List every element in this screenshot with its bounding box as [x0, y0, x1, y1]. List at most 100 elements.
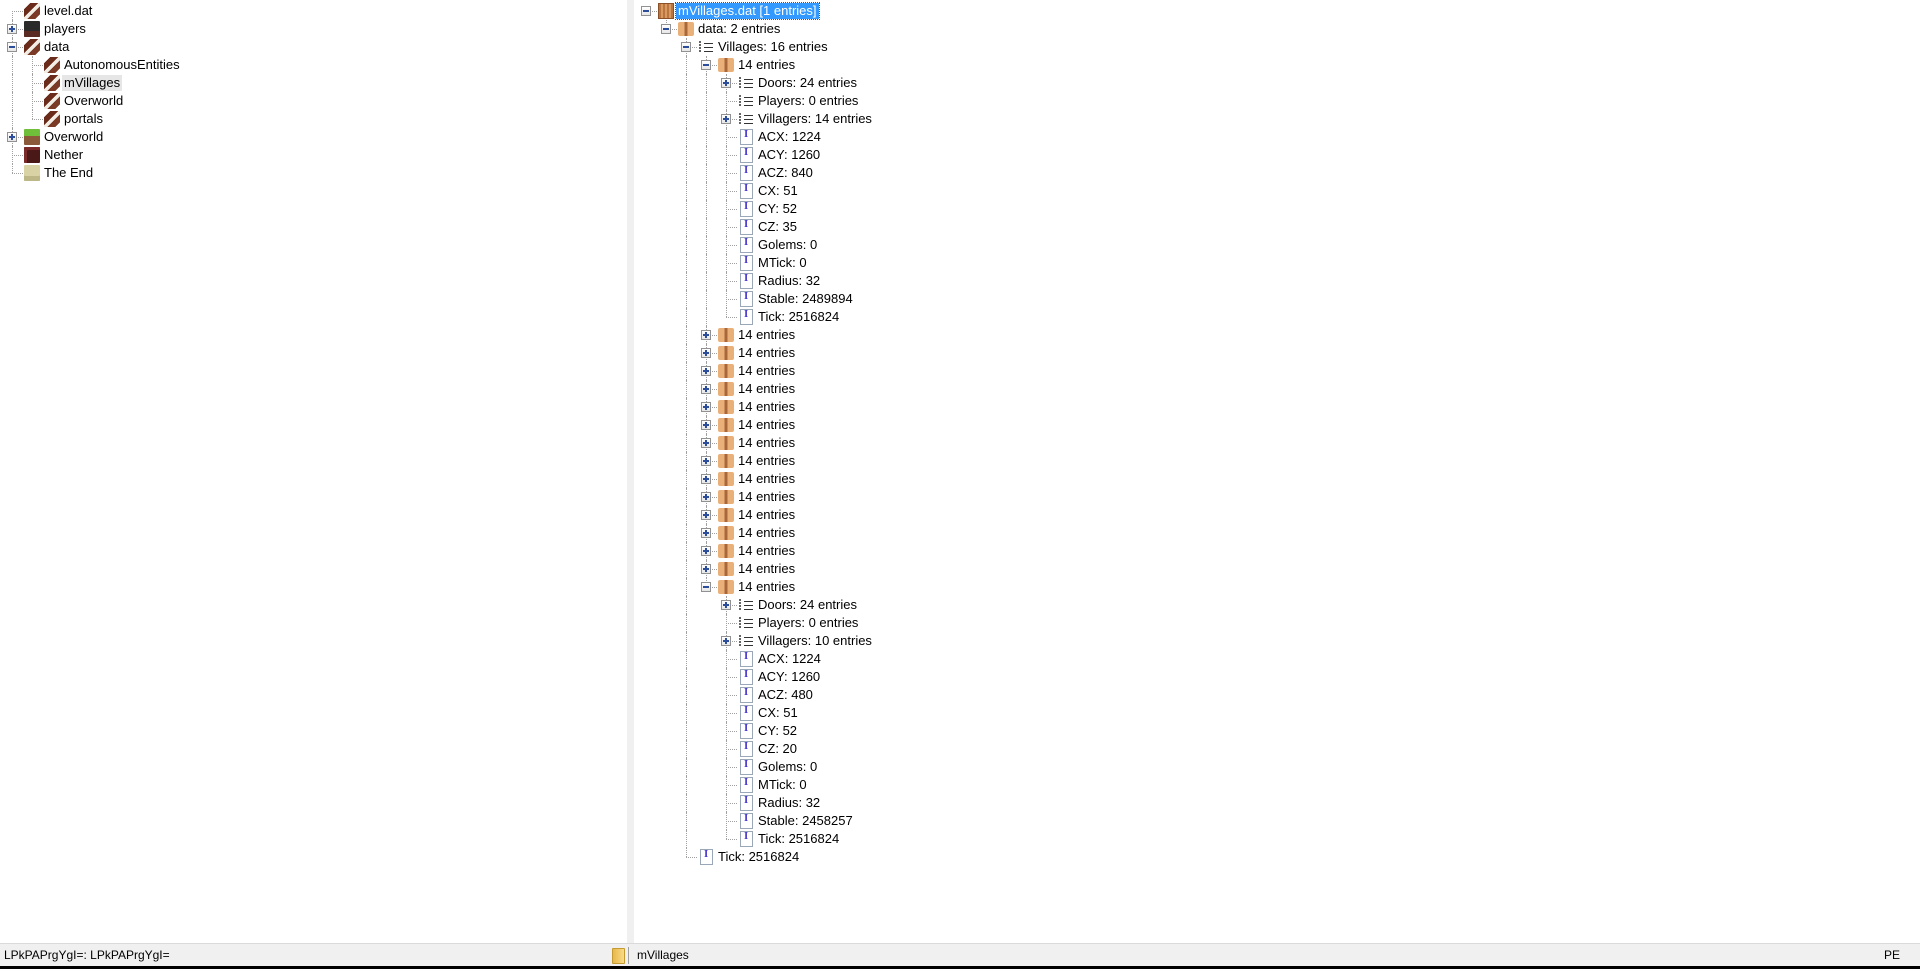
expand-toggle[interactable]: [721, 78, 731, 88]
tree-node[interactable]: ACX: 1224: [634, 128, 1920, 146]
tree-node-label[interactable]: Radius: 32: [756, 273, 822, 289]
tree-node[interactable]: 14 entries: [634, 56, 1920, 74]
expand-toggle[interactable]: [701, 438, 711, 448]
tree-node[interactable]: mVillages.dat [1 entries]: [634, 2, 1920, 20]
folder-icon[interactable]: [612, 948, 625, 964]
tree-node[interactable]: Radius: 32: [634, 272, 1920, 290]
expand-toggle[interactable]: [701, 330, 711, 340]
tree-node[interactable]: Villagers: 10 entries: [634, 632, 1920, 650]
expand-toggle[interactable]: [701, 366, 711, 376]
tree-node-label[interactable]: CY: 52: [756, 201, 799, 217]
tree-node[interactable]: Players: 0 entries: [634, 614, 1920, 632]
tree-node-label[interactable]: data: 2 entries: [696, 21, 782, 37]
tree-node-label[interactable]: 14 entries: [736, 489, 797, 505]
tree-node[interactable]: 14 entries: [634, 434, 1920, 452]
tree-node[interactable]: Doors: 24 entries: [634, 74, 1920, 92]
tree-node-label[interactable]: 14 entries: [736, 435, 797, 451]
tree-node[interactable]: portals: [0, 110, 627, 128]
expand-toggle[interactable]: [7, 132, 17, 142]
collapse-toggle[interactable]: [701, 60, 711, 70]
expand-toggle[interactable]: [721, 114, 731, 124]
tree-node[interactable]: CX: 51: [634, 704, 1920, 722]
tree-node-label[interactable]: level.dat: [42, 3, 94, 19]
tree-node[interactable]: 14 entries: [634, 344, 1920, 362]
tree-node-label[interactable]: Overworld: [62, 93, 125, 109]
expand-toggle[interactable]: [701, 420, 711, 430]
tree-node-label[interactable]: 14 entries: [736, 561, 797, 577]
tree-node-label[interactable]: CZ: 35: [756, 219, 799, 235]
tree-node-label[interactable]: portals: [62, 111, 105, 127]
tree-node[interactable]: Villages: 16 entries: [634, 38, 1920, 56]
tree-node[interactable]: ACX: 1224: [634, 650, 1920, 668]
tree-node-label[interactable]: Stable: 2458257: [756, 813, 855, 829]
tree-node-label[interactable]: Tick: 2516824: [756, 309, 841, 325]
tree-node-label[interactable]: Tick: 2516824: [716, 849, 801, 865]
expand-toggle[interactable]: [701, 564, 711, 574]
tree-node-label[interactable]: 14 entries: [736, 327, 797, 343]
tree-node[interactable]: CZ: 20: [634, 740, 1920, 758]
tree-node[interactable]: 14 entries: [634, 326, 1920, 344]
tree-node[interactable]: ACY: 1260: [634, 668, 1920, 686]
tree-node[interactable]: Stable: 2489894: [634, 290, 1920, 308]
tree-node-label[interactable]: 14 entries: [736, 381, 797, 397]
tree-node-label[interactable]: Villagers: 14 entries: [756, 111, 874, 127]
tree-node[interactable]: CZ: 35: [634, 218, 1920, 236]
collapse-toggle[interactable]: [661, 24, 671, 34]
tree-node-label[interactable]: CY: 52: [756, 723, 799, 739]
tree-node-label[interactable]: MTick: 0: [756, 255, 809, 271]
tree-node-label[interactable]: ACY: 1260: [756, 669, 822, 685]
tree-node-label[interactable]: Players: 0 entries: [756, 615, 860, 631]
tree-node-label[interactable]: Doors: 24 entries: [756, 75, 859, 91]
tree-node-label[interactable]: The End: [42, 165, 95, 181]
tree-node[interactable]: CY: 52: [634, 200, 1920, 218]
tree-node-label[interactable]: CX: 51: [756, 705, 800, 721]
tree-node-label[interactable]: Overworld: [42, 129, 105, 145]
tree-node-label[interactable]: 14 entries: [736, 363, 797, 379]
tree-node[interactable]: Players: 0 entries: [634, 92, 1920, 110]
tree-node-label[interactable]: ACZ: 840: [756, 165, 815, 181]
tree-node-label[interactable]: Tick: 2516824: [756, 831, 841, 847]
tree-node-label[interactable]: MTick: 0: [756, 777, 809, 793]
tree-node[interactable]: AutonomousEntities: [0, 56, 627, 74]
tree-node-label[interactable]: Radius: 32: [756, 795, 822, 811]
tree-node[interactable]: players: [0, 20, 627, 38]
tree-node-label[interactable]: 14 entries: [736, 543, 797, 559]
tree-node[interactable]: Tick: 2516824: [634, 308, 1920, 326]
tree-node[interactable]: Overworld: [0, 92, 627, 110]
tree-node[interactable]: Radius: 32: [634, 794, 1920, 812]
tree-node-label[interactable]: Golems: 0: [756, 759, 819, 775]
tree-node-label[interactable]: CX: 51: [756, 183, 800, 199]
expand-toggle[interactable]: [721, 636, 731, 646]
tree-node-label[interactable]: mVillages: [62, 75, 123, 91]
tree-node[interactable]: 14 entries: [634, 398, 1920, 416]
expand-toggle[interactable]: [701, 510, 711, 520]
expand-toggle[interactable]: [701, 456, 711, 466]
tree-node-label[interactable]: Stable: 2489894: [756, 291, 855, 307]
tree-node-label[interactable]: ACY: 1260: [756, 147, 822, 163]
tree-node[interactable]: MTick: 0: [634, 254, 1920, 272]
tree-node-label[interactable]: 14 entries: [736, 507, 797, 523]
tree-node[interactable]: ACZ: 480: [634, 686, 1920, 704]
tree-node[interactable]: Villagers: 14 entries: [634, 110, 1920, 128]
tree-node-label[interactable]: Nether: [42, 147, 85, 163]
tree-node[interactable]: 14 entries: [634, 542, 1920, 560]
expand-toggle[interactable]: [701, 348, 711, 358]
collapse-toggle[interactable]: [681, 42, 691, 52]
tree-node-label[interactable]: Players: 0 entries: [756, 93, 860, 109]
tree-node[interactable]: 14 entries: [634, 506, 1920, 524]
tree-node[interactable]: Golems: 0: [634, 236, 1920, 254]
tree-node-label[interactable]: Villagers: 10 entries: [756, 633, 874, 649]
file-tree-pane[interactable]: level.dat players data AutonomousEntities mV…: [0, 0, 627, 943]
tree-node[interactable]: 14 entries: [634, 488, 1920, 506]
tree-node-label[interactable]: 14 entries: [736, 525, 797, 541]
collapse-toggle[interactable]: [7, 42, 17, 52]
tree-node-label[interactable]: Doors: 24 entries: [756, 597, 859, 613]
tree-node[interactable]: Stable: 2458257: [634, 812, 1920, 830]
nbt-tree-pane[interactable]: mVillages.dat [1 entries] data: 2 entries…: [634, 0, 1920, 943]
tree-node-label[interactable]: 14 entries: [736, 57, 797, 73]
tree-node[interactable]: 14 entries: [634, 380, 1920, 398]
tree-node[interactable]: Golems: 0: [634, 758, 1920, 776]
tree-node-label[interactable]: AutonomousEntities: [62, 57, 182, 73]
tree-node[interactable]: CY: 52: [634, 722, 1920, 740]
tree-node-label[interactable]: CZ: 20: [756, 741, 799, 757]
